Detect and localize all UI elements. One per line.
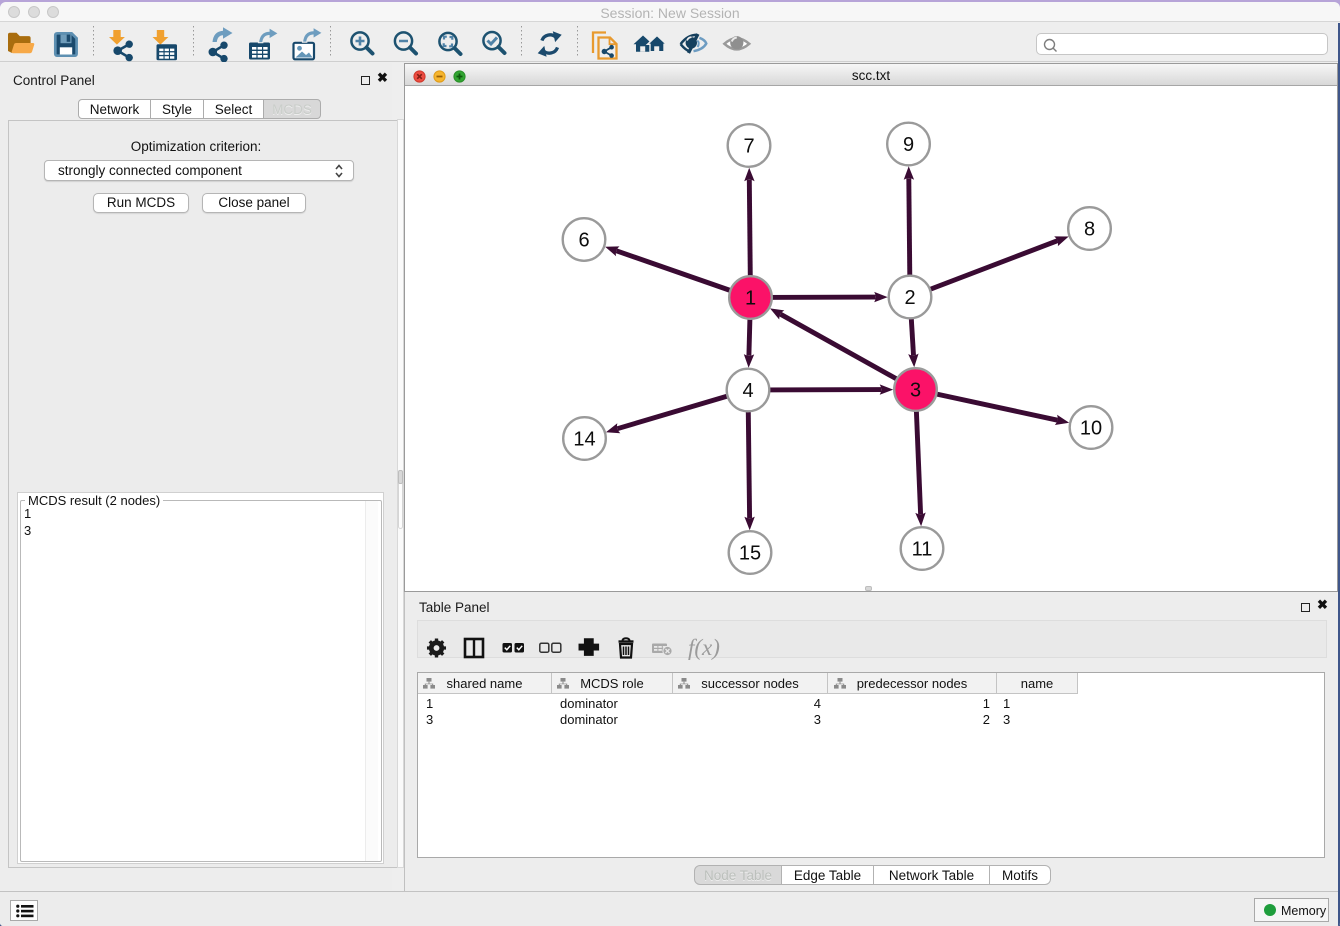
svg-text:15: 15 (739, 543, 761, 565)
svg-text:7: 7 (743, 136, 754, 158)
svg-text:3: 3 (910, 380, 921, 402)
svg-text:9: 9 (903, 134, 914, 156)
svg-text:1: 1 (745, 288, 756, 310)
svg-text:11: 11 (912, 539, 933, 561)
svg-text:f(x): f(x) (688, 635, 720, 660)
svg-text:8: 8 (1084, 219, 1095, 241)
svg-text:10: 10 (1080, 418, 1102, 440)
svg-text:2: 2 (904, 287, 915, 309)
svg-text:14: 14 (573, 429, 595, 451)
svg-text:4: 4 (742, 380, 753, 402)
svg-text:6: 6 (578, 230, 589, 252)
